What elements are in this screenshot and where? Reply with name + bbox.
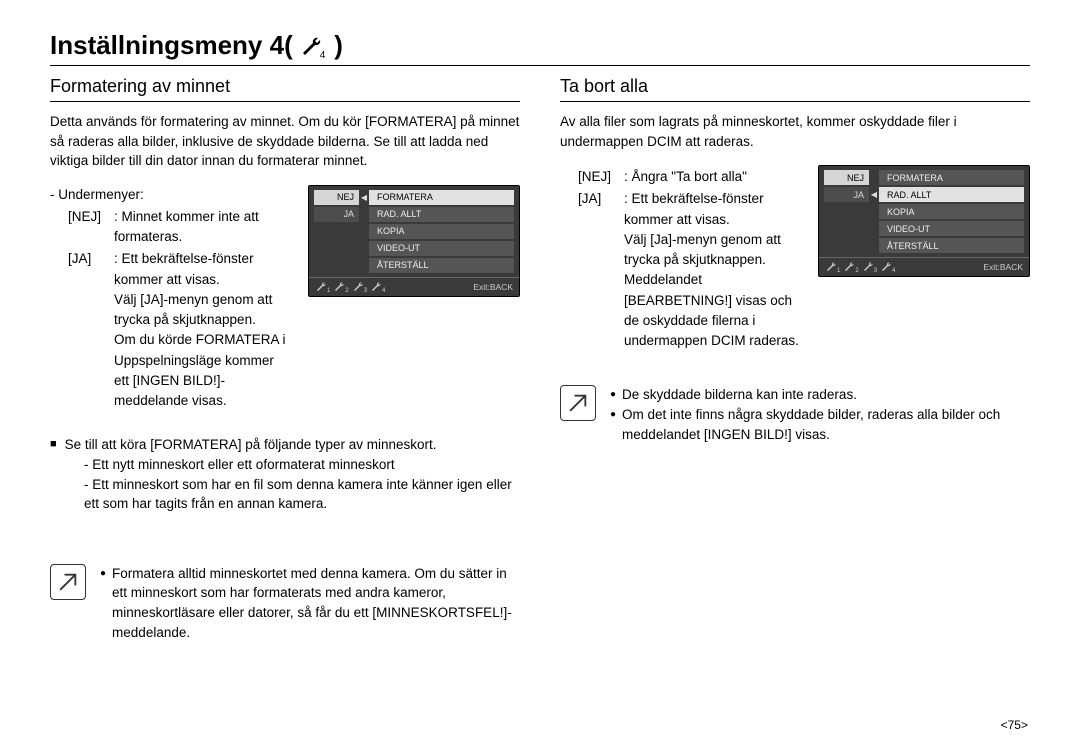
exit-label: Exit:BACK: [983, 262, 1023, 272]
right-submenu-text: [NEJ] : Ångra "Ta bort alla" [JA] : Ett …: [560, 165, 802, 351]
menu-arrow-icon: [359, 207, 369, 222]
wrench-index-icon: 4: [370, 281, 385, 293]
right-ja-extra2: Meddelandet [BEARBETNING!] visas och de …: [578, 270, 802, 351]
wrench-index-icon: 1: [825, 261, 840, 273]
wrench-index-icon: 3: [862, 261, 877, 273]
menu-arrow-icon: ◀: [869, 187, 879, 202]
menu-left-cell: [314, 241, 359, 256]
left-camera-panel: NEJ◀FORMATERA JA RAD. ALLT KOPIA VIDEO-UT ÅTE…: [308, 185, 520, 297]
left-bullet-sub2: - Ett minneskort som har en fil som denn…: [84, 475, 520, 514]
menu-line: NEJ FORMATERA: [824, 170, 1024, 185]
menu-left-cell: [824, 204, 869, 219]
page-title-row: Inställningsmeny 4( 4 ): [50, 30, 1030, 66]
left-heading: Formatering av minnet: [50, 76, 520, 102]
right-row-ja: [JA] : Ett bekräftelse-fönster kommer at…: [578, 189, 802, 230]
left-bullet-sub1: - Ett nytt minneskort eller ett oformate…: [84, 455, 520, 475]
right-note2: Om det inte finns några skyddade bilder,…: [622, 405, 1030, 444]
menu-arrow-icon: [359, 224, 369, 239]
right-ja-extra1: Välj [Ja]-menyn genom att trycka på skju…: [578, 230, 802, 271]
left-row-nej: [NEJ] : Minnet kommer inte att formatera…: [68, 207, 292, 248]
menu-line: ÅTERSTÄLL: [314, 258, 514, 273]
menu-arrow-icon: ◀: [359, 190, 369, 205]
right-row-nej: [NEJ] : Ångra "Ta bort alla": [578, 167, 802, 187]
menu-right-cell: ÅTERSTÄLL: [369, 258, 514, 273]
bullet-icon: ●: [610, 385, 616, 405]
wrench-index-icon: 1: [315, 281, 330, 293]
left-bullet-block: ■ Se till att köra [FORMATERA] på följan…: [50, 435, 520, 455]
left-note: Formatera alltid minneskortet med denna …: [112, 564, 520, 642]
menu-right-cell: KOPIA: [879, 204, 1024, 219]
menu-left-cell: [824, 221, 869, 236]
wrench-index-icon: 3: [352, 281, 367, 293]
menu-arrow-icon: [869, 221, 879, 236]
menu-left-cell: JA: [314, 207, 359, 222]
menu-arrow-icon: [869, 170, 879, 185]
menu-line: KOPIA: [824, 204, 1024, 219]
menu-right-cell: RAD. ALLT: [369, 207, 514, 222]
left-ja-extra1: Välj [JA]-menyn genom att trycka på skju…: [68, 290, 292, 331]
menu-left-cell: [824, 238, 869, 253]
left-intro: Detta används för formatering av minnet.…: [50, 112, 520, 171]
right-heading: Ta bort alla: [560, 76, 1030, 102]
square-bullet-icon: ■: [50, 435, 57, 455]
menu-right-cell: VIDEO-UT: [369, 241, 514, 256]
wrench-index-icon: 4: [880, 261, 895, 273]
wrench4-icon: 4: [299, 35, 329, 59]
menu-arrow-icon: [359, 258, 369, 273]
note-icon: [50, 564, 86, 600]
menu-line: VIDEO-UT: [824, 221, 1024, 236]
menu-left-cell: [314, 224, 359, 239]
menu-right-cell: FORMATERA: [879, 170, 1024, 185]
note-icon: [560, 385, 596, 421]
menu-left-cell: NEJ: [824, 170, 869, 185]
menu-arrow-icon: [359, 241, 369, 256]
menu-line: JA RAD. ALLT: [314, 207, 514, 222]
left-ja-extra2: Om du körde FORMATERA i Uppspelningsläge…: [68, 330, 292, 411]
left-submenu-text: - Undermenyer: [NEJ] : Minnet kommer int…: [50, 185, 292, 412]
menu-right-cell: ÅTERSTÄLL: [879, 238, 1024, 253]
page-title-suffix: ): [334, 30, 343, 61]
page-title: Inställningsmeny 4(: [50, 30, 293, 61]
exit-label: Exit:BACK: [473, 282, 513, 292]
menu-line: JA◀RAD. ALLT: [824, 187, 1024, 202]
bullet-icon: ●: [610, 405, 616, 444]
menu-arrow-icon: [869, 204, 879, 219]
menu-line: KOPIA: [314, 224, 514, 239]
page-number: <75>: [1001, 718, 1028, 732]
menu-left-cell: [314, 258, 359, 273]
bullet-icon: ●: [100, 564, 106, 642]
submenu-label: - Undermenyer:: [50, 185, 292, 205]
left-bullet-main: Se till att köra [FORMATERA] på följande…: [65, 435, 437, 455]
right-intro: Av alla filer som lagrats på minneskorte…: [560, 112, 1030, 151]
right-camera-panel: NEJ FORMATERA JA◀RAD. ALLT KOPIA VIDEO-UT ÅTE…: [818, 165, 1030, 277]
menu-left-cell: JA: [824, 187, 869, 202]
menu-line: NEJ◀FORMATERA: [314, 190, 514, 205]
menu-right-cell: FORMATERA: [369, 190, 514, 205]
menu-arrow-icon: [869, 238, 879, 253]
right-note1: De skyddade bilderna kan inte raderas.: [622, 385, 857, 405]
left-note-block: ● Formatera alltid minneskortet med denn…: [50, 564, 520, 642]
wrench-index-icon: 2: [333, 281, 348, 293]
wrench-index-icon: 2: [843, 261, 858, 273]
left-row-ja: [JA] : Ett bekräftelse-fönster kommer at…: [68, 249, 292, 290]
right-column: Ta bort alla Av alla filer som lagrats p…: [560, 76, 1030, 642]
right-note-block: ● De skyddade bilderna kan inte raderas.…: [560, 385, 1030, 444]
menu-line: ÅTERSTÄLL: [824, 238, 1024, 253]
menu-right-cell: RAD. ALLT: [879, 187, 1024, 202]
menu-line: VIDEO-UT: [314, 241, 514, 256]
menu-right-cell: KOPIA: [369, 224, 514, 239]
menu-left-cell: NEJ: [314, 190, 359, 205]
menu-right-cell: VIDEO-UT: [879, 221, 1024, 236]
left-column: Formatering av minnet Detta används för …: [50, 76, 520, 642]
